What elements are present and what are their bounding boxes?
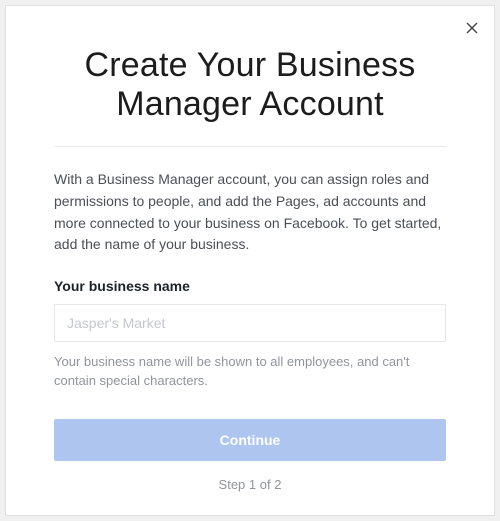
modal-title: Create Your Business Manager Account [54,46,446,124]
close-icon[interactable] [464,20,480,36]
divider [54,146,446,147]
step-indicator: Step 1 of 2 [54,477,446,492]
helper-text: Your business name will be shown to all … [54,352,446,391]
description-text: With a Business Manager account, you can… [54,169,446,256]
create-business-modal: Create Your Business Manager Account Wit… [5,5,495,516]
business-name-input[interactable] [54,304,446,342]
business-name-label: Your business name [54,278,446,294]
continue-button[interactable]: Continue [54,419,446,461]
